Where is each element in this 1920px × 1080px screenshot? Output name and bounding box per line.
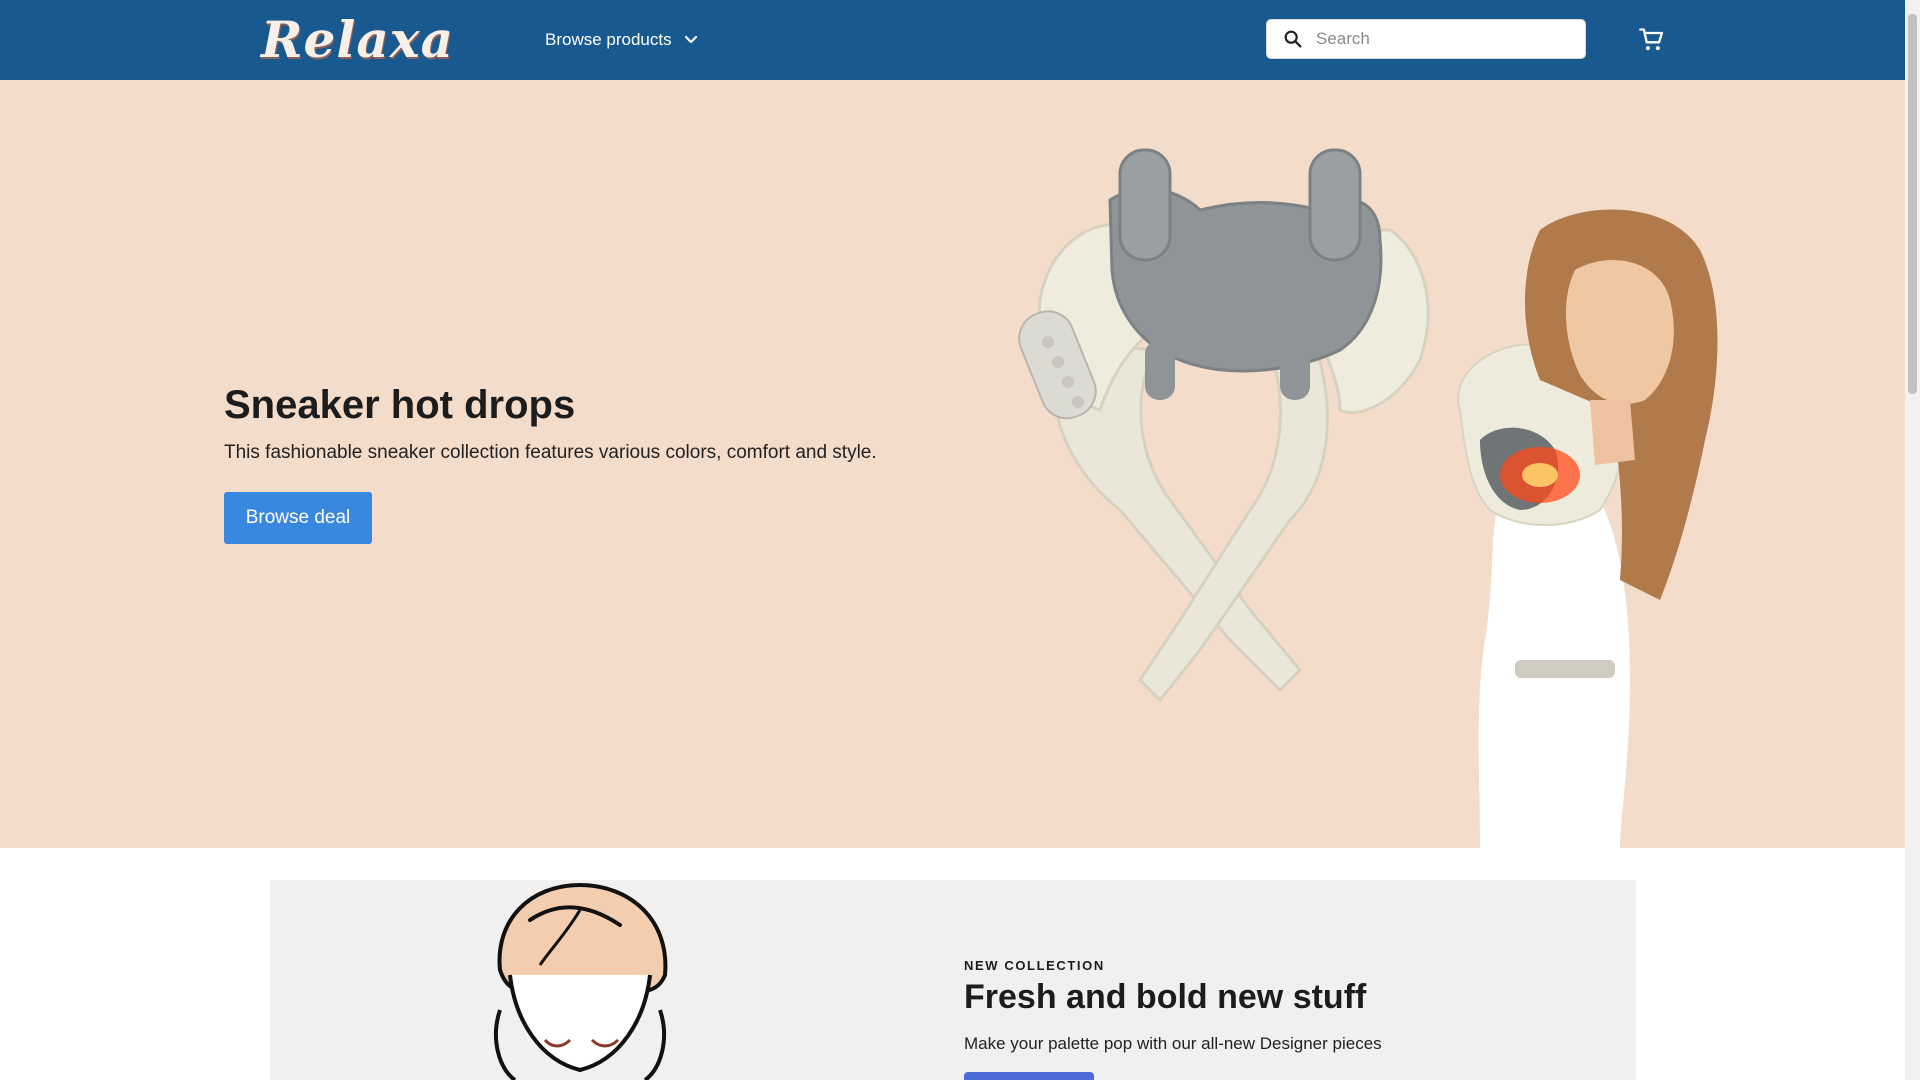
site-header: Relaxa Browse products	[0, 0, 1905, 80]
search-icon	[1284, 30, 1302, 48]
neck-massager-product-image	[1018, 148, 1718, 848]
page-scrollbar[interactable]	[1905, 0, 1920, 1080]
collection-title: Fresh and bold new stuff	[964, 978, 1367, 1016]
logo[interactable]: Relaxa	[261, 10, 454, 70]
browse-products-label: Browse products	[545, 30, 672, 49]
spa-face-illustration	[493, 882, 668, 1080]
collection-eyebrow: NEW COLLECTION	[964, 958, 1105, 973]
search-box[interactable]	[1266, 19, 1586, 59]
search-input[interactable]	[1314, 23, 1585, 55]
hero-title: Sneaker hot drops	[224, 383, 576, 427]
scrollbar-thumb[interactable]	[1908, 14, 1917, 394]
collection-description: Make your palette pop with our all-new D…	[964, 1034, 1382, 1053]
browse-products-menu[interactable]: Browse products	[545, 24, 698, 56]
hero-subtitle: This fashionable sneaker collection feat…	[224, 442, 877, 463]
hero-banner: Sneaker hot drops This fashionable sneak…	[0, 80, 1905, 848]
collection-button[interactable]	[964, 1072, 1094, 1080]
chevron-down-icon	[684, 35, 697, 44]
shopping-cart-icon[interactable]	[1638, 26, 1666, 54]
browse-deal-button[interactable]: Browse deal	[224, 492, 372, 544]
new-collection-section: NEW COLLECTION Fresh and bold new stuff …	[270, 880, 1636, 1080]
